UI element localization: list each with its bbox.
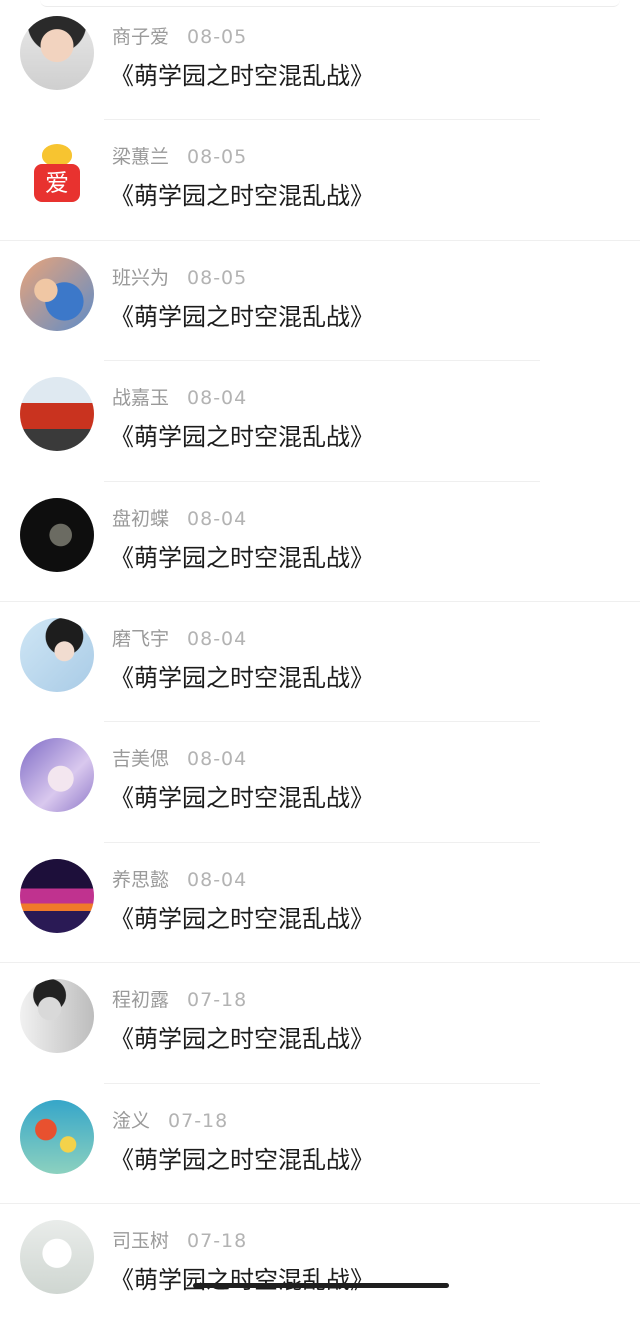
list-item[interactable]: 磨飞宇 08-04 《萌学园之时空混乱战》 <box>0 602 640 723</box>
item-date: 07-18 <box>168 1109 229 1132</box>
avatar-photo-icon[interactable] <box>20 979 94 1054</box>
item-meta: 班兴为 08-05 <box>112 263 247 290</box>
user-name[interactable]: 淦义 <box>112 1110 150 1132</box>
user-name[interactable]: 战嘉玉 <box>112 387 169 409</box>
user-name[interactable]: 养思懿 <box>112 869 169 891</box>
item-title[interactable]: 《萌学园之时空混乱战》 <box>110 1140 374 1175</box>
user-name[interactable]: 梁蕙兰 <box>112 146 169 168</box>
item-meta: 战嘉玉 08-04 <box>112 383 247 410</box>
dinosaur-icon[interactable] <box>20 497 94 572</box>
item-meta: 磨飞宇 08-04 <box>112 624 247 651</box>
item-title[interactable]: 《萌学园之时空混乱战》 <box>110 176 374 211</box>
user-name[interactable]: 盘初蝶 <box>112 508 169 530</box>
item-date: 08-04 <box>187 627 248 650</box>
sketch-figure-icon[interactable] <box>20 1219 94 1294</box>
user-name[interactable]: 班兴为 <box>112 267 169 289</box>
user-name[interactable]: 磨飞宇 <box>112 628 169 650</box>
item-meta: 盘初蝶 08-04 <box>112 504 247 531</box>
home-indicator[interactable] <box>193 1283 449 1288</box>
item-title[interactable]: 《萌学园之时空混乱战》 <box>110 658 374 693</box>
list-item[interactable]: 司玉树 07-18 《萌学园之时空混乱战》 <box>0 1204 640 1324</box>
item-title[interactable]: 《萌学园之时空混乱战》 <box>110 1260 374 1295</box>
user-name[interactable]: 司玉树 <box>112 1230 169 1252</box>
city-night-icon[interactable] <box>20 858 94 933</box>
list-item[interactable]: 战嘉玉 08-04 《萌学园之时空混乱战》 <box>0 361 640 482</box>
item-title[interactable]: 《萌学园之时空混乱战》 <box>110 538 374 573</box>
comment-list: 商子爱 08-05 《萌学园之时空混乱战》 爱 梁蕙兰 08-05 《萌学园之时空混… <box>0 0 640 1324</box>
user-name[interactable]: 吉美偲 <box>112 748 169 770</box>
fire-truck-icon[interactable] <box>20 377 94 452</box>
love-mascot-icon[interactable]: 爱 <box>20 136 94 211</box>
user-name[interactable]: 商子爱 <box>112 26 169 48</box>
item-date: 08-05 <box>187 266 248 289</box>
item-title[interactable]: 《萌学园之时空混乱战》 <box>110 297 374 332</box>
item-title[interactable]: 《萌学园之时空混乱战》 <box>110 56 374 91</box>
item-date: 08-04 <box>187 748 248 771</box>
item-meta: 梁蕙兰 08-05 <box>112 142 247 169</box>
user-name[interactable]: 程初露 <box>112 989 169 1011</box>
item-title[interactable]: 《萌学园之时空混乱战》 <box>110 1019 374 1054</box>
item-title[interactable]: 《萌学园之时空混乱战》 <box>110 417 374 452</box>
item-meta: 司玉树 07-18 <box>112 1226 247 1253</box>
item-meta: 吉美偲 08-04 <box>112 744 247 771</box>
avatar-photo-icon[interactable] <box>20 16 94 90</box>
list-item[interactable]: 商子爱 08-05 《萌学园之时空混乱战》 <box>0 0 640 121</box>
avatar-photo-icon[interactable] <box>20 256 94 331</box>
item-title[interactable]: 《萌学园之时空混乱战》 <box>110 899 374 934</box>
mascot-head-icon <box>42 144 72 167</box>
item-date: 08-04 <box>187 387 248 410</box>
item-title[interactable]: 《萌学园之时空混乱战》 <box>110 778 374 813</box>
list-item[interactable]: 班兴为 08-05 《萌学园之时空混乱战》 <box>0 241 640 362</box>
item-meta: 商子爱 08-05 <box>112 22 247 49</box>
list-item[interactable]: 程初露 07-18 《萌学园之时空混乱战》 <box>0 963 640 1084</box>
love-badge: 爱 <box>34 164 80 203</box>
avatar-photo-icon[interactable] <box>20 617 94 692</box>
list-item[interactable]: 养思懿 08-04 《萌学园之时空混乱战》 <box>0 843 640 964</box>
list-item[interactable]: 盘初蝶 08-04 《萌学园之时空混乱战》 <box>0 482 640 602</box>
item-meta: 程初露 07-18 <box>112 985 247 1012</box>
item-date: 07-18 <box>187 989 248 1012</box>
list-item[interactable]: 爱 梁蕙兰 08-05 《萌学园之时空混乱战》 <box>0 120 640 241</box>
item-meta: 养思懿 08-04 <box>112 865 247 892</box>
flowers-icon[interactable] <box>20 1099 94 1174</box>
item-date: 08-05 <box>187 146 248 169</box>
item-date: 07-18 <box>187 1229 248 1252</box>
list-item[interactable]: 吉美偲 08-04 《萌学园之时空混乱战》 <box>0 722 640 843</box>
anime-girl-icon[interactable] <box>20 738 94 813</box>
item-date: 08-04 <box>187 868 248 891</box>
item-date: 08-04 <box>187 507 248 530</box>
item-meta: 淦义 07-18 <box>112 1106 228 1133</box>
item-date: 08-05 <box>187 26 248 48</box>
list-item[interactable]: 淦义 07-18 《萌学园之时空混乱战》 <box>0 1084 640 1204</box>
